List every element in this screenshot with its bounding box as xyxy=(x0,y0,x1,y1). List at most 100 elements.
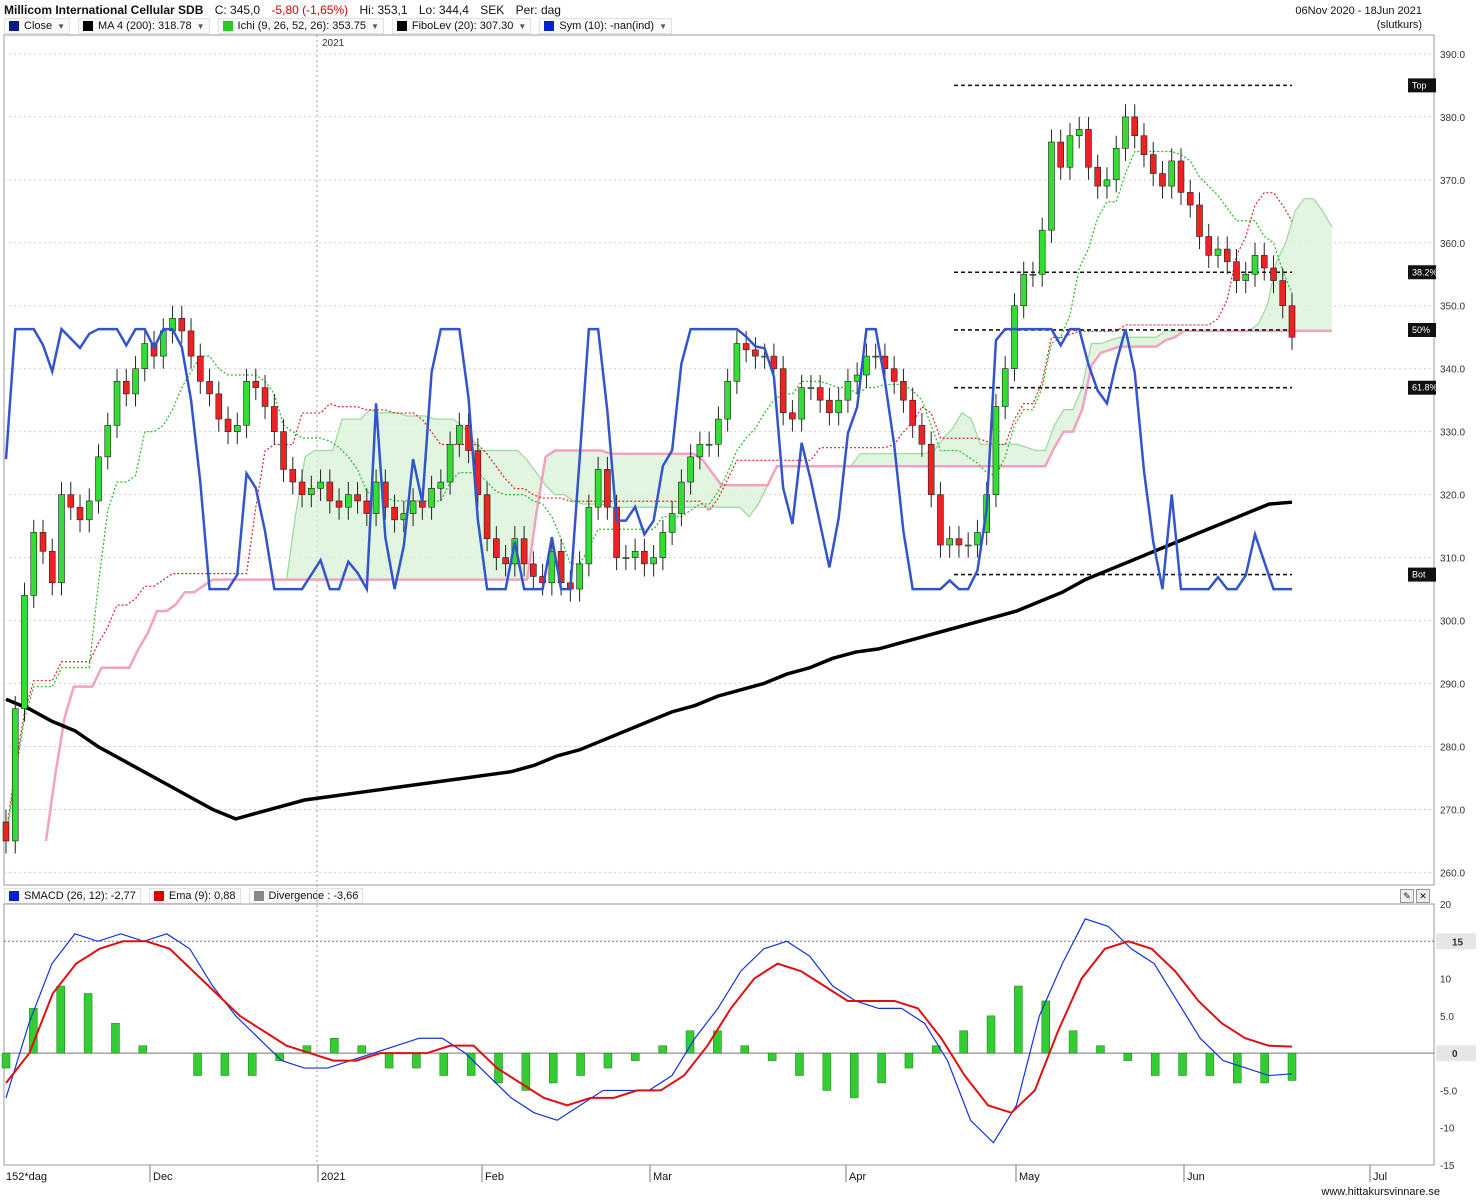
candle-body xyxy=(1020,273,1027,307)
candle-body xyxy=(807,387,815,389)
divergence-bar xyxy=(849,1052,859,1099)
divergence-bar xyxy=(439,1052,449,1076)
price-tick-label: 270.0 xyxy=(1440,805,1465,816)
candle-body xyxy=(816,387,824,401)
candle-body xyxy=(409,500,417,514)
candle-body xyxy=(345,494,352,508)
candle-body xyxy=(641,550,648,565)
divergence-bar xyxy=(1096,1045,1105,1054)
macd-tick-label: -5.0 xyxy=(1440,1086,1458,1097)
candle-body xyxy=(1085,129,1092,168)
divergence-bar xyxy=(740,1045,750,1054)
candle-body xyxy=(48,550,56,584)
footer-url[interactable]: www.hittakursvinnare.se xyxy=(1321,1186,1440,1198)
candle-body xyxy=(1205,236,1213,256)
candle-body xyxy=(428,488,435,508)
divergence-bar xyxy=(658,1045,667,1054)
candle-body xyxy=(1177,160,1185,193)
candle-body xyxy=(863,355,870,376)
x-tick-label: Jun xyxy=(1187,1171,1205,1183)
candle-body xyxy=(964,544,972,547)
divergence-bar xyxy=(877,1052,886,1084)
divergence-bar xyxy=(631,1052,640,1061)
candle-body xyxy=(215,393,223,420)
candle-body xyxy=(1214,248,1222,256)
candle-body xyxy=(372,481,380,514)
candle-body xyxy=(909,399,916,426)
candle-body xyxy=(530,563,537,577)
candle-body xyxy=(446,443,454,483)
candle-body xyxy=(946,538,953,546)
candle-body xyxy=(779,368,787,414)
price-tick-label: 330.0 xyxy=(1440,428,1465,439)
candle-body xyxy=(21,595,28,710)
macd-tick-label: -10 xyxy=(1440,1124,1455,1135)
candle-body xyxy=(992,406,1000,495)
candle-body xyxy=(437,481,445,489)
candle-body xyxy=(1057,141,1065,168)
candle-body xyxy=(178,318,186,332)
divergence-bar xyxy=(1205,1052,1215,1076)
candle-body xyxy=(585,506,593,565)
macd-tick-label: -15 xyxy=(1440,1161,1455,1172)
candle-body xyxy=(224,418,232,432)
candle-body xyxy=(1288,305,1296,338)
chart-canvas: 390.0 380.0 370.0 360.0 350.0 340.0 330.0 320.0… xyxy=(1,34,1476,1183)
candle-body xyxy=(955,538,963,546)
candle-body xyxy=(326,481,334,502)
fib-label: 61.8% xyxy=(1412,383,1438,393)
candle-body xyxy=(298,481,306,495)
candle-body xyxy=(1159,173,1166,187)
price-panel-frame xyxy=(3,34,1435,886)
candle-body xyxy=(233,425,241,432)
candle-body xyxy=(456,425,463,445)
x-tick-label: Feb xyxy=(485,1171,504,1183)
fib-label: 38.2% xyxy=(1412,267,1438,277)
macd-tick-label: 20 xyxy=(1440,900,1452,911)
candle-body xyxy=(678,481,685,514)
divergence-bar xyxy=(959,1030,968,1054)
candle-body xyxy=(1094,166,1102,187)
divergence-bar xyxy=(412,1052,421,1069)
candle-body xyxy=(317,481,324,489)
divergence-bar xyxy=(193,1052,202,1076)
candle-body xyxy=(1112,148,1120,181)
candle-body xyxy=(1251,255,1259,275)
macd-tick-label: 10 xyxy=(1440,975,1452,986)
divergence-bar xyxy=(1150,1052,1160,1076)
candle-body xyxy=(252,380,260,388)
candle-body xyxy=(705,443,713,446)
x-tick-label: Jul xyxy=(1373,1171,1387,1183)
price-tick-label: 370.0 xyxy=(1440,176,1465,187)
divergence-bar xyxy=(56,985,65,1054)
candle-body xyxy=(271,406,278,432)
candle-body xyxy=(844,380,852,401)
candle-body xyxy=(76,506,84,521)
candle-body xyxy=(1011,305,1018,370)
candle-body xyxy=(1029,273,1037,276)
candle-body xyxy=(493,538,500,558)
candle-body xyxy=(733,343,741,382)
candle-body xyxy=(30,532,38,596)
candle-body xyxy=(622,557,630,559)
candle-body xyxy=(502,557,509,565)
price-tick-label: 310.0 xyxy=(1440,554,1465,565)
candle-body xyxy=(67,494,75,508)
candle-body xyxy=(687,456,694,483)
divergence-bar xyxy=(1178,1052,1187,1076)
fib-label: Bot xyxy=(1412,570,1426,580)
candle-body xyxy=(1149,154,1157,174)
x-bottom-left-label: 152*dag xyxy=(6,1171,47,1183)
candle-body xyxy=(391,506,398,521)
candle-body xyxy=(187,330,195,357)
candle-body xyxy=(1168,160,1176,187)
candle-body xyxy=(520,538,528,565)
divergence-bar xyxy=(1287,1052,1297,1081)
candle-body xyxy=(918,425,926,445)
candle-body xyxy=(308,488,315,495)
price-tick-label: 290.0 xyxy=(1440,680,1465,691)
divergence-bar xyxy=(822,1052,832,1091)
x-tick-label: 2021 xyxy=(321,1171,345,1183)
candle-body xyxy=(890,368,898,382)
divergence-bar xyxy=(986,1015,996,1054)
